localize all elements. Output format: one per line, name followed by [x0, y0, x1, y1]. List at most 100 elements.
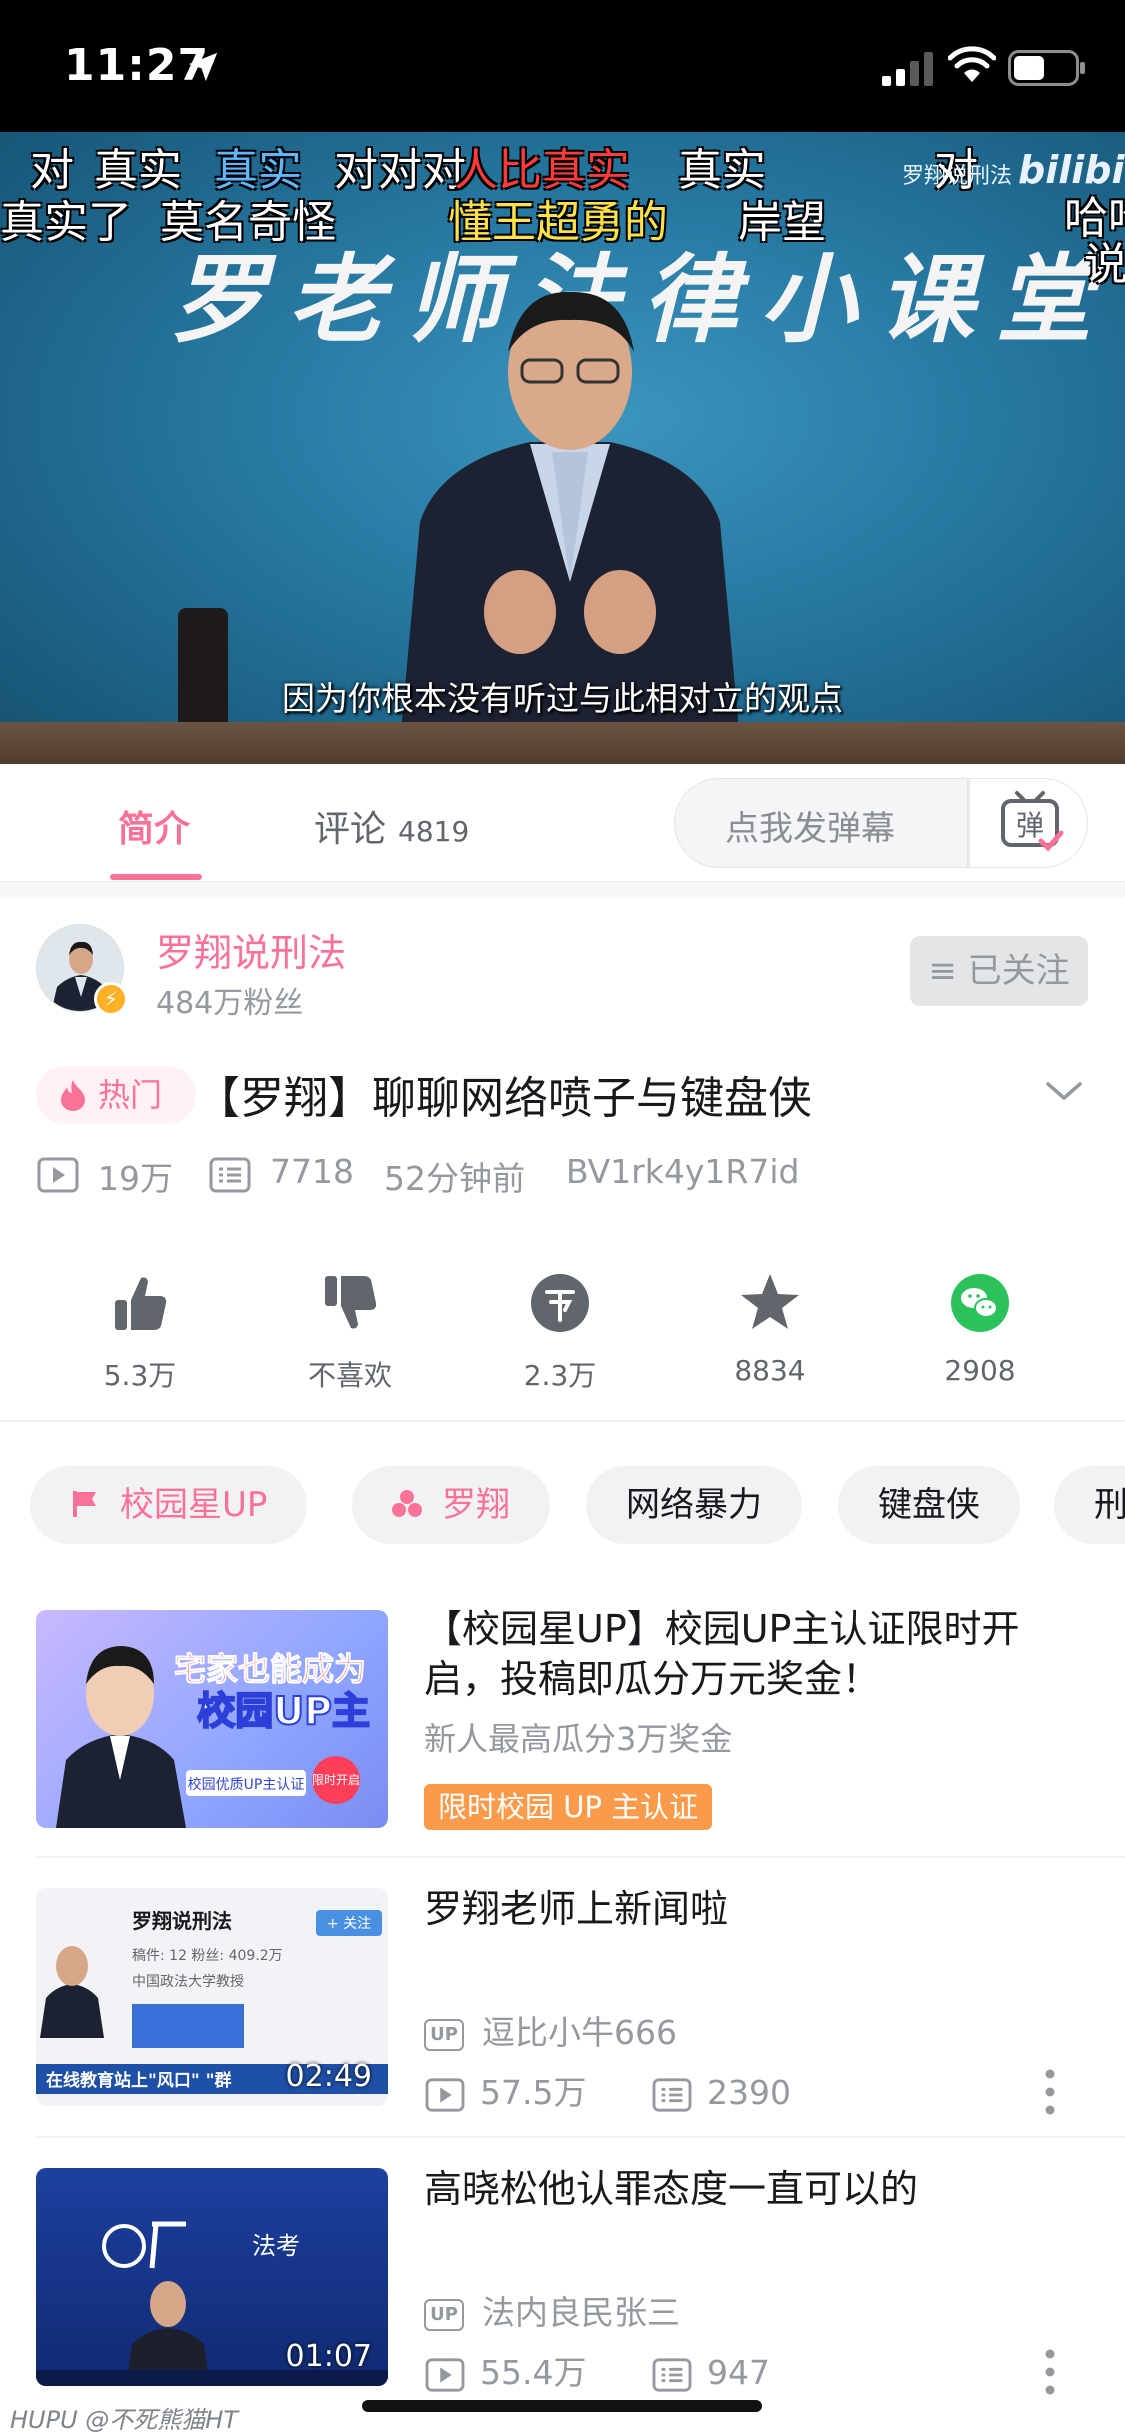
desk-prop: [0, 722, 1125, 764]
source-watermark: HUPU @不死熊猫HT: [10, 2406, 238, 2434]
danmaku-toggle-button[interactable]: 弹: [971, 779, 1087, 867]
video-player[interactable]: 罗老师法律小课堂 对 真实 真实 对对对 人比真实 真实 对 真实了 莫名奇怪 …: [0, 132, 1125, 764]
verified-badge-icon: ⚡: [94, 982, 128, 1016]
related-thumbnail[interactable]: 罗翔说刑法 + 关注 稿件: 12 粉丝: 409.2万 中国政法大学教授 在线…: [36, 1888, 388, 2106]
related-danmaku: 947: [706, 2353, 770, 2392]
list-divider: [36, 2136, 1125, 2138]
owner-name: 法内良民张三: [482, 2293, 680, 2332]
share-button[interactable]: 2908: [910, 1270, 1050, 1387]
uploader-watermark: 罗翔说刑法: [902, 164, 1013, 189]
promo-text-1: 宅家也能成为: [174, 1650, 366, 1688]
related-thumbnail[interactable]: 宅家也能成为 校园UP主 校园优质UP主认证 限时开启: [36, 1610, 388, 1828]
bilibili-logo: bilibili: [1018, 148, 1125, 192]
tag-chip[interactable]: 罗翔: [352, 1466, 550, 1544]
tab-comments[interactable]: 评论 4819: [314, 800, 469, 852]
flame-icon: [61, 1080, 85, 1111]
danmaku-toggle-icon: 弹: [1001, 791, 1064, 852]
tab-intro[interactable]: 简介: [118, 800, 190, 852]
promo-tag: 校园优质UP主认证: [188, 1776, 305, 1793]
up-owner-icon: UP: [424, 2298, 464, 2331]
up-owner-icon: UP: [424, 2018, 464, 2051]
tag-chip[interactable]: 校园星UP: [30, 1466, 308, 1544]
uploader-name[interactable]: 罗翔说刑法: [156, 922, 346, 977]
bvid: BV1rk4y1R7id: [566, 1152, 800, 1191]
dislike-button[interactable]: 不喜欢: [280, 1270, 420, 1394]
danmaku-comment: 对对对: [334, 145, 466, 196]
promo-badge: 限时校园 UP 主认证: [424, 1784, 713, 1830]
comments-count: 4819: [398, 815, 470, 848]
more-options-icon[interactable]: [1044, 2068, 1056, 2116]
tag-label: 罗翔: [442, 1485, 510, 1525]
related-title[interactable]: 高晓松他认罪态度一直可以的: [424, 2164, 1074, 2214]
tag-chip[interactable]: 网络暴力: [586, 1466, 802, 1544]
promo-text-2: 校园UP主: [197, 1689, 370, 1733]
related-title[interactable]: 罗翔老师上新闻啦: [424, 1884, 1074, 1934]
status-bar: 11:27: [0, 0, 1125, 132]
video-duration: 01:07: [285, 2339, 372, 2374]
related-views: 55.4万: [480, 2353, 587, 2392]
active-tab-indicator: [110, 874, 202, 880]
battery-icon: [1008, 50, 1085, 86]
thumb-stats: 稿件: 12 粉丝: 409.2万: [132, 1948, 283, 1964]
more-options-icon[interactable]: [1044, 2348, 1056, 2396]
danmaku-comment: 岸望: [738, 197, 826, 248]
favorite-count: 8834: [734, 1354, 806, 1387]
related-stats: 57.5万 2390: [424, 2066, 845, 2114]
related-views: 57.5万: [480, 2073, 587, 2112]
play-count-icon: [37, 1157, 79, 1193]
chevron-down-icon[interactable]: [1044, 1076, 1084, 1106]
danmaku-count-icon: [209, 1157, 251, 1193]
publish-time: 52分钟前: [384, 1159, 525, 1198]
section-divider: [0, 882, 1125, 898]
related-thumbnail[interactable]: 法考 01:07: [36, 2168, 388, 2386]
play-count-icon: [425, 2357, 465, 2392]
related-danmaku: 2390: [706, 2073, 791, 2112]
tag-label: 键盘侠: [878, 1485, 980, 1525]
danmaku-count-icon: [652, 2357, 692, 2392]
thumb-school: 中国政法大学教授: [132, 1974, 244, 1990]
coin-count: 2.3万: [523, 1359, 597, 1392]
danmaku-input[interactable]: 点我发弹幕 弹: [674, 778, 1088, 868]
related-owner[interactable]: UP 逗比小牛666: [424, 2006, 677, 2054]
thumb-news-banner: 在线教育站上"风口" "群: [46, 2070, 232, 2091]
wechat-share-icon: [951, 1274, 1009, 1332]
thumbs-down-icon: [325, 1276, 377, 1329]
followed-button[interactable]: ≡ 已关注: [910, 936, 1088, 1006]
danmaku-toggle-glyph: 弹: [1016, 809, 1044, 842]
coin-icon: [531, 1274, 589, 1332]
video-subtitle: 因为你根本没有听过与此相对立的观点: [282, 679, 843, 718]
danmaku-count: 7718: [270, 1152, 354, 1191]
like-count: 5.3万: [103, 1359, 177, 1392]
video-title: 【罗翔】聊聊网络喷子与键盘侠: [196, 1073, 812, 1124]
share-count: 2908: [944, 1354, 1016, 1387]
favorite-button[interactable]: 8834: [700, 1270, 840, 1387]
tag-label: 网络暴力: [626, 1485, 762, 1525]
tag-label: 刑: [1094, 1485, 1125, 1525]
like-button[interactable]: 5.3万: [70, 1270, 210, 1394]
uploader-fans: 484万粉丝: [156, 986, 304, 1021]
star-icon: [741, 1274, 799, 1329]
video-duration: 02:49: [285, 2059, 372, 2094]
related-title[interactable]: 【校园星UP】校园UP主认证限时开启，投稿即瓜分万元奖金！: [424, 1604, 1074, 1704]
hot-badge[interactable]: 热门: [36, 1066, 196, 1124]
list-divider: [36, 1856, 1125, 1858]
hot-badge-label: 热门: [98, 1076, 163, 1114]
related-owner[interactable]: UP 法内良民张三: [424, 2286, 680, 2334]
related-stats: 55.4万 947: [424, 2346, 824, 2394]
owner-name: 逗比小牛666: [482, 2013, 677, 2052]
group-icon: [392, 1489, 422, 1517]
home-indicator[interactable]: [362, 2400, 762, 2412]
thumbs-up-icon: [115, 1277, 167, 1330]
cellular-signal-icon: [882, 52, 933, 86]
thumb-channel-name: 罗翔说刑法: [132, 1909, 232, 1933]
tag-chip[interactable]: 键盘侠: [838, 1466, 1020, 1544]
danmaku-comment: 说: [1084, 239, 1125, 290]
view-count: 19万: [98, 1159, 173, 1198]
tag-label: 校园星UP: [120, 1485, 268, 1525]
lecture-brand: 法考: [252, 2232, 300, 2260]
danmaku-input-placeholder: 点我发弹幕: [725, 809, 895, 849]
tag-chip[interactable]: 刑: [1054, 1466, 1125, 1544]
coin-button[interactable]: 2.3万: [490, 1270, 630, 1394]
section-divider: [0, 1420, 1125, 1422]
tab-comments-label: 评论: [314, 809, 387, 850]
